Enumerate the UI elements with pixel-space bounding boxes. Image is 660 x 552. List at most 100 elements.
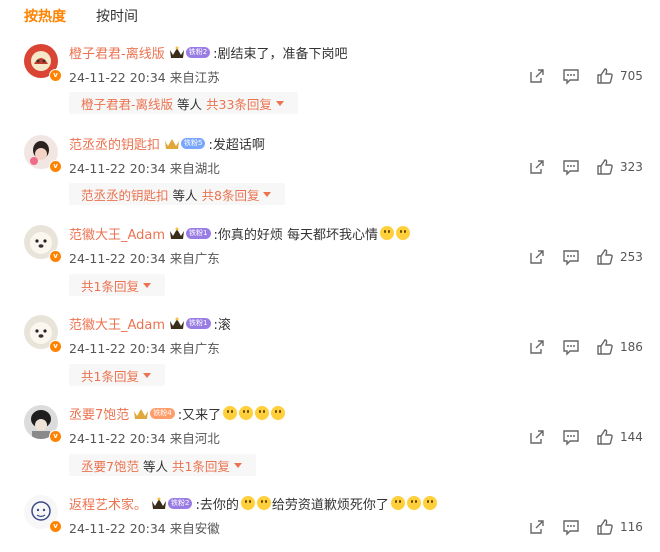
reply-count-link[interactable]: 共1条回复 xyxy=(81,276,139,295)
like-count: 144 xyxy=(620,430,643,444)
reply-summary[interactable]: 共1条回复 xyxy=(69,364,165,386)
reply-username[interactable]: 范丞丞的钥匙扣 xyxy=(81,185,169,204)
share-icon[interactable] xyxy=(528,518,546,536)
fan-badge: 铁粉2 xyxy=(168,497,193,509)
thumbs-up-icon[interactable] xyxy=(596,67,614,85)
fan-badge: 铁粉4 xyxy=(150,407,175,419)
comment-meta: 24-11-22 20:34 来自广东 xyxy=(69,341,220,356)
crown-icon xyxy=(152,497,167,509)
reply-count-link[interactable]: 共1条回复 xyxy=(81,366,139,385)
username[interactable]: 丞要7饱范 xyxy=(69,404,129,423)
comment-icon[interactable] xyxy=(562,67,580,85)
comment-actions: 253 xyxy=(512,248,644,266)
comment-actions: 116 xyxy=(512,518,644,536)
comment-text: :剧结束了，准备下岗吧 xyxy=(213,46,348,62)
reply-others-text: 等人 xyxy=(177,96,203,112)
reply-username[interactable]: 橙子君君-离线版 xyxy=(81,94,173,113)
verified-badge-icon: v xyxy=(49,520,62,533)
comment-text: :又来了 xyxy=(177,407,222,423)
comment-text: :你真的好烦 每天都坏我心情 xyxy=(213,227,379,243)
emoji-icon xyxy=(271,406,286,420)
share-icon[interactable] xyxy=(528,248,546,266)
caret-down-icon xyxy=(233,462,242,468)
reply-summary[interactable]: 共1条回复 xyxy=(69,274,165,296)
reply-summary[interactable]: 范丞丞的钥匙扣 等人 共8条回复 xyxy=(69,183,286,205)
username[interactable]: 范徽大王_Adam xyxy=(69,224,165,243)
comment-icon[interactable] xyxy=(562,248,580,266)
comment-meta: 24-11-22 20:34 来自河北 xyxy=(69,431,220,446)
username[interactable]: 返程艺术家。 xyxy=(69,494,147,513)
comment-actions: 186 xyxy=(512,338,644,356)
share-icon[interactable] xyxy=(528,67,546,85)
comment-text-part-2: 给劳资道歉烦死你了 xyxy=(271,497,389,513)
comment-actions: 705 xyxy=(512,67,644,85)
verified-badge-icon: v xyxy=(49,250,62,263)
thumbs-up-icon[interactable] xyxy=(596,428,614,446)
reply-count-link[interactable]: 共33条回复 xyxy=(206,94,272,113)
reply-others-text: 等人 xyxy=(142,458,168,474)
caret-down-icon xyxy=(142,372,151,378)
thumbs-up-icon[interactable] xyxy=(596,518,614,536)
emoji-icon xyxy=(240,496,255,510)
comment-actions: 144 xyxy=(512,428,644,446)
fan-badge: 铁粉1 xyxy=(186,227,211,239)
comment-icon[interactable] xyxy=(562,338,580,356)
emoji-icon xyxy=(422,496,437,510)
like-count: 323 xyxy=(620,160,643,174)
username[interactable]: 范徽大王_Adam xyxy=(69,314,165,333)
emoji-icon xyxy=(256,496,271,510)
thumbs-up-icon[interactable] xyxy=(596,158,614,176)
comment-icon[interactable] xyxy=(562,428,580,446)
comment-text: :滚 xyxy=(213,317,231,333)
emoji-icon xyxy=(380,226,395,240)
reply-count-link[interactable]: 共8条回复 xyxy=(202,185,260,204)
comment-meta: 24-11-22 20:34 来自江苏 xyxy=(69,70,220,85)
comment-meta: 24-11-22 20:34 来自安徽 xyxy=(69,521,220,536)
comment-text-part-1: :去你的 xyxy=(195,497,239,513)
username[interactable]: 橙子君君-离线版 xyxy=(69,43,165,62)
tab-by-time[interactable]: 按时间 xyxy=(96,6,138,30)
reply-summary[interactable]: 橙子君君-离线版 等人 共33条回复 xyxy=(69,92,298,114)
caret-down-icon xyxy=(263,191,272,197)
emoji-icon xyxy=(223,406,238,420)
crown-icon xyxy=(169,46,184,58)
tab-by-hot[interactable]: 按热度 xyxy=(24,6,66,30)
comment-icon[interactable] xyxy=(562,518,580,536)
comment-icon[interactable] xyxy=(562,158,580,176)
emoji-icon xyxy=(406,496,421,510)
username[interactable]: 范丞丞的钥匙扣 xyxy=(69,134,160,153)
verified-badge-icon: v xyxy=(49,160,62,173)
reply-others-text: 等人 xyxy=(172,187,198,203)
crown-icon xyxy=(170,317,185,329)
fan-badge: 铁粉1 xyxy=(186,317,211,329)
crown-icon xyxy=(134,408,149,419)
sort-tabs: 按热度 按时间 xyxy=(24,6,138,30)
reply-count-link[interactable]: 共1条回复 xyxy=(172,456,230,475)
emoji-icon xyxy=(390,496,405,510)
like-count: 116 xyxy=(620,520,643,534)
share-icon[interactable] xyxy=(528,428,546,446)
comment-text: :发超话啊 xyxy=(208,137,265,153)
caret-down-icon xyxy=(142,282,151,288)
like-count: 186 xyxy=(620,340,643,354)
fan-badge: 铁粉2 xyxy=(185,46,211,58)
thumbs-up-icon[interactable] xyxy=(596,338,614,356)
emoji-icon xyxy=(239,406,254,420)
verified-badge-icon: v xyxy=(49,69,62,82)
emoji-icon xyxy=(396,226,411,240)
share-icon[interactable] xyxy=(528,338,546,356)
comment-actions: 323 xyxy=(512,158,644,176)
comment-meta: 24-11-22 20:34 来自湖北 xyxy=(69,161,220,176)
thumbs-up-icon[interactable] xyxy=(596,248,614,266)
reply-summary[interactable]: 丞要7饱范 等人 共1条回复 xyxy=(69,454,256,476)
crown-icon xyxy=(170,227,185,239)
fan-badge: 铁粉5 xyxy=(181,137,206,149)
caret-down-icon xyxy=(275,100,284,106)
emoji-icon xyxy=(255,406,270,420)
share-icon[interactable] xyxy=(528,158,546,176)
verified-badge-icon: v xyxy=(49,430,62,443)
crown-icon xyxy=(165,138,180,149)
comment-meta: 24-11-22 20:34 来自广东 xyxy=(69,251,220,266)
like-count: 253 xyxy=(620,250,643,264)
reply-username[interactable]: 丞要7饱范 xyxy=(81,456,139,475)
